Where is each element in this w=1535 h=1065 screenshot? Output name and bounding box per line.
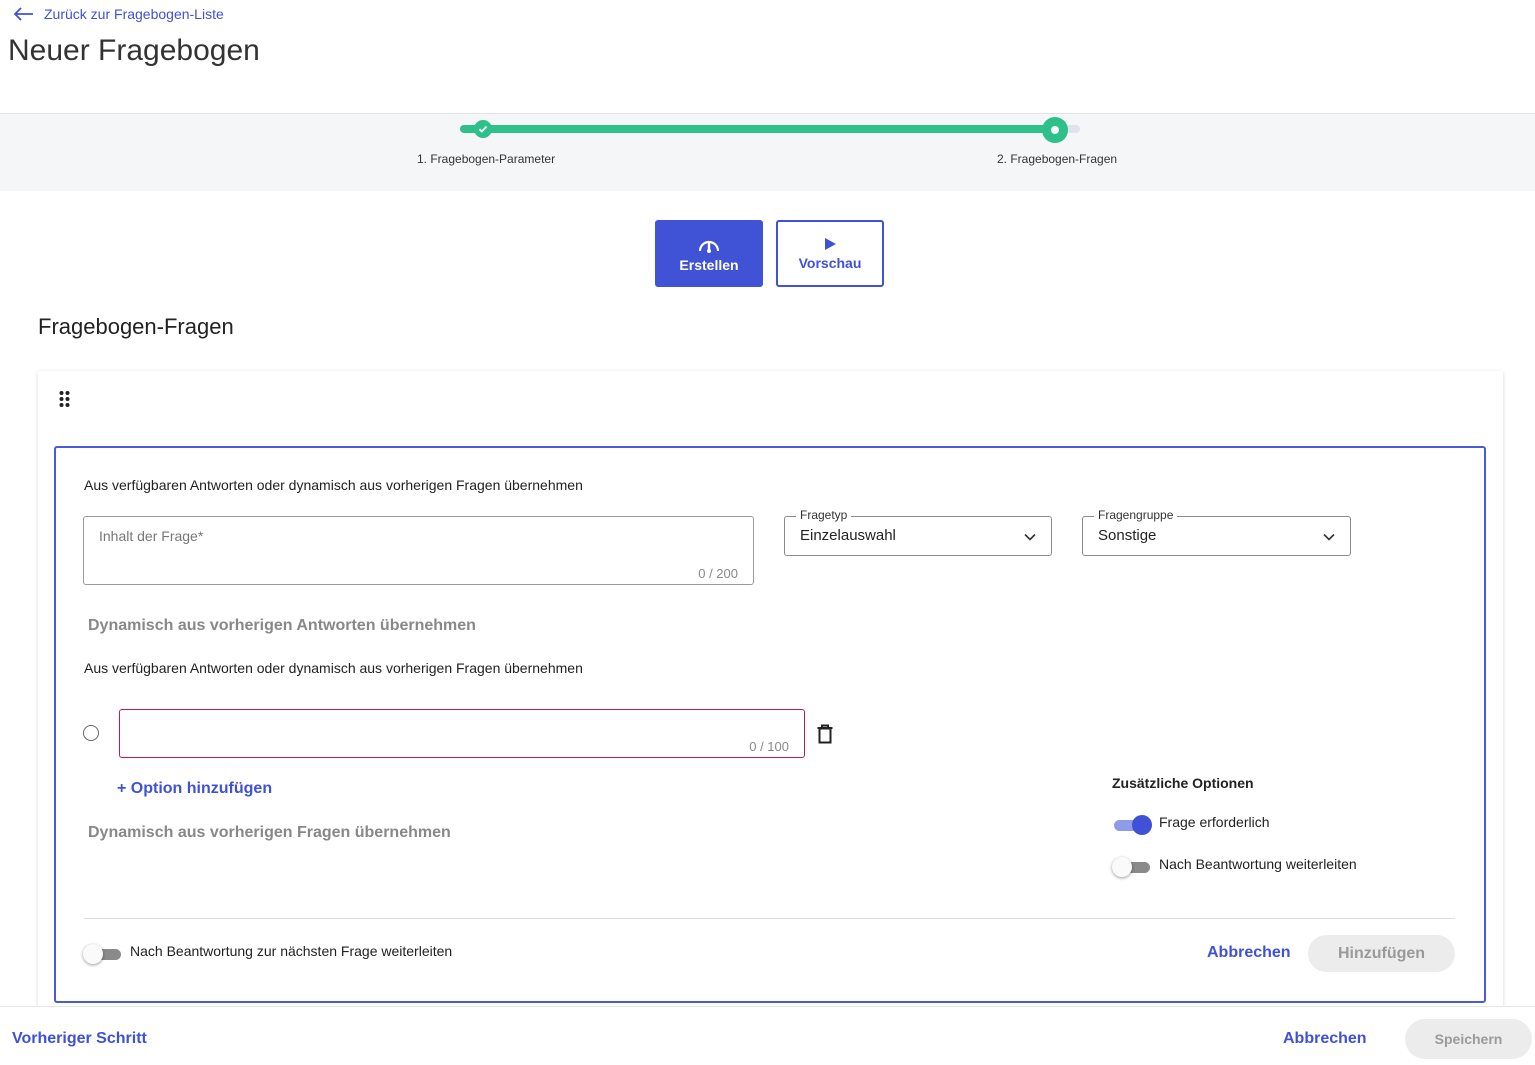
option-input[interactable]: 0 / 100 — [119, 709, 805, 758]
extra-options-title: Zusätzliche Optionen — [1112, 775, 1254, 791]
question-placeholder: Inhalt der Frage* — [99, 528, 204, 544]
helper-text: Aus verfügbaren Antworten oder dynamisch… — [84, 477, 583, 493]
preview-mode-label: Vorschau — [798, 254, 862, 271]
toggle-knob — [1112, 857, 1132, 877]
previous-step-button[interactable]: Vorheriger Schritt — [12, 1030, 147, 1048]
back-link[interactable]: Zurück zur Fragebogen-Liste — [14, 6, 224, 22]
active-dot-icon — [1051, 126, 1059, 134]
trash-icon[interactable] — [816, 724, 834, 744]
dynamic-questions-link[interactable]: Dynamisch aus vorherigen Fragen übernehm… — [88, 824, 451, 842]
question-char-count: 0 / 200 — [698, 566, 738, 581]
gauge-icon — [698, 240, 720, 253]
step-2-label[interactable]: 2. Fragebogen-Fragen — [997, 152, 1117, 166]
toggle-knob — [1132, 815, 1152, 835]
step-2-indicator[interactable] — [1042, 117, 1068, 143]
preview-mode-button[interactable]: Vorschau — [776, 220, 884, 287]
toggle-knob — [83, 944, 103, 964]
check-icon — [478, 125, 488, 133]
next-question-toggle-label: Nach Beantwortung zur nächsten Frage wei… — [130, 943, 453, 959]
cancel-button[interactable]: Abbrechen — [1283, 1030, 1367, 1048]
question-type-select[interactable]: Fragetyp Einzelauswahl — [784, 508, 1052, 556]
question-group-select[interactable]: Fragengruppe Sonstige — [1082, 508, 1351, 556]
question-group-value: Sonstige — [1098, 527, 1157, 544]
required-toggle[interactable] — [1112, 815, 1152, 835]
create-mode-button[interactable]: Erstellen — [655, 220, 763, 287]
drag-handle-icon[interactable] — [58, 390, 72, 410]
add-option-button[interactable]: + Option hinzufügen — [117, 780, 272, 798]
redirect-toggle-label: Nach Beantwortung weiterleiten — [1159, 856, 1357, 872]
stepper-progress — [460, 125, 1057, 133]
required-toggle-label: Frage erforderlich — [1159, 814, 1270, 830]
step-1-indicator[interactable] — [474, 120, 492, 138]
save-button[interactable]: Speichern — [1405, 1019, 1532, 1059]
create-mode-label: Erstellen — [679, 256, 739, 273]
section-title: Fragebogen-Fragen — [38, 314, 234, 339]
arrow-left-icon — [14, 7, 33, 21]
dynamic-answers-link[interactable]: Dynamisch aus vorherigen Antworten übern… — [88, 617, 476, 635]
page-title: Neuer Fragebogen — [8, 34, 260, 67]
option-char-count: 0 / 100 — [749, 739, 789, 754]
question-type-value: Einzelauswahl — [800, 527, 896, 544]
redirect-toggle[interactable] — [1112, 857, 1152, 877]
add-question-button[interactable]: Hinzufügen — [1308, 935, 1455, 972]
play-icon — [825, 237, 836, 250]
question-group-label: Fragengruppe — [1094, 508, 1178, 522]
divider — [84, 918, 1455, 919]
next-question-toggle[interactable] — [83, 944, 123, 964]
back-link-label: Zurück zur Fragebogen-Liste — [44, 6, 224, 22]
question-type-label: Fragetyp — [796, 508, 852, 522]
option-radio[interactable] — [83, 725, 99, 741]
cancel-question-button[interactable]: Abbrechen — [1207, 944, 1291, 962]
step-1-label[interactable]: 1. Fragebogen-Parameter — [417, 152, 555, 166]
chevron-down-icon — [1323, 533, 1335, 541]
question-content-input[interactable]: Inhalt der Frage* 0 / 200 — [83, 516, 754, 585]
options-helper-text: Aus verfügbaren Antworten oder dynamisch… — [84, 660, 583, 676]
chevron-down-icon — [1024, 533, 1036, 541]
